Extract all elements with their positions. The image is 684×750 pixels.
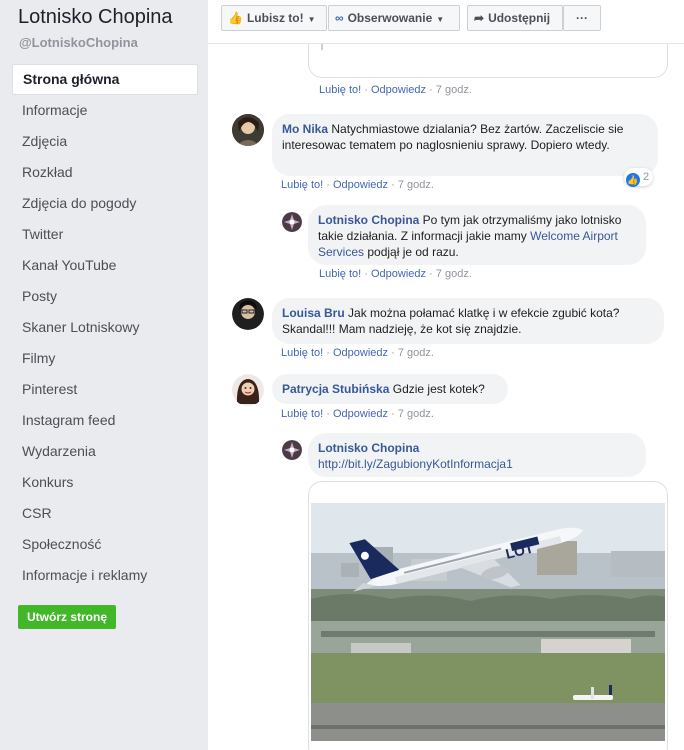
comment-text-end: podjął je od razu.	[364, 245, 459, 259]
nav-item-csr[interactable]: CSR	[12, 498, 198, 529]
reply-link[interactable]: Odpowiedz	[333, 179, 388, 191]
reaction-number: 2	[643, 171, 650, 183]
share-arrow-icon: ➦	[474, 11, 485, 25]
timestamp[interactable]: 7 godz.	[398, 408, 434, 420]
page-handle[interactable]: @LotniskoChopina	[19, 35, 138, 50]
follow-label: Obserwowanie	[347, 11, 433, 25]
like-link[interactable]: Lubię to!	[281, 408, 323, 420]
nav-item-twitter[interactable]: Twitter	[12, 219, 198, 250]
follow-button[interactable]: ∞ Obserwowanie ▼	[328, 5, 460, 31]
reply-link[interactable]: Odpowiedz	[371, 84, 426, 96]
like-page-label: Lubisz to!	[246, 11, 304, 25]
create-page-button[interactable]: Utwórz stronę	[18, 605, 117, 629]
reply-link[interactable]: Odpowiedz	[333, 408, 388, 420]
separator: ·	[323, 347, 333, 359]
thumbs-up-icon: 👍	[228, 11, 243, 25]
nav-item-videos[interactable]: Filmy	[12, 343, 198, 374]
comment-text: Gdzie jest kotek?	[392, 382, 485, 396]
like-reaction-icon: 👍	[626, 173, 640, 187]
comment-author[interactable]: Lotnisko Chopina	[318, 213, 419, 227]
like-link[interactable]: Lubię to!	[319, 268, 361, 280]
timestamp[interactable]: 7 godz.	[398, 347, 434, 359]
more-options-button[interactable]: ···	[563, 5, 601, 31]
reply-link[interactable]: Odpowiedz	[371, 268, 426, 280]
url-link[interactable]: http://bit.ly/ZagubionyKotInformacja1	[318, 456, 634, 472]
nav-item-airport-scanner[interactable]: Skaner Lotniskowy	[12, 312, 198, 343]
like-page-button[interactable]: 👍 Lubisz to! ▼	[221, 5, 327, 31]
comment-actions: Lubię to! · Odpowiedz · 7 godz.	[281, 408, 434, 420]
avatar[interactable]	[232, 298, 264, 330]
avatar[interactable]	[232, 374, 264, 406]
like-link[interactable]: Lubię to!	[319, 84, 361, 96]
comment-author[interactable]: Patrycja Stubińska	[282, 382, 389, 396]
airplane-photo[interactable]: LOT	[311, 503, 665, 741]
link-preview-card[interactable]: LOT	[308, 481, 668, 750]
like-link[interactable]: Lubię to!	[281, 179, 323, 191]
avatar[interactable]	[282, 440, 302, 460]
reply-bubble: Lotnisko Chopina Po tym jak otrzymaliśmy…	[308, 205, 646, 265]
nav-item-instagram[interactable]: Instagram feed	[12, 405, 198, 436]
reply-link[interactable]: Odpowiedz	[333, 347, 388, 359]
chevron-down-icon: ▼	[307, 15, 316, 24]
page-name[interactable]: Lotnisko Chopina	[18, 6, 173, 29]
nav-item-community[interactable]: Społeczność	[12, 529, 198, 560]
separator: ·	[388, 408, 398, 420]
nav-item-photos[interactable]: Zdjęcia	[12, 126, 198, 157]
avatar[interactable]	[232, 114, 264, 146]
separator: ·	[426, 268, 436, 280]
comment-actions: Lubię to! · Odpowiedz · 7 godz.	[319, 84, 472, 96]
separator: ·	[361, 268, 371, 280]
reply-bubble: Lotnisko Chopina http://bit.ly/Zagubiony…	[308, 433, 646, 477]
nav-item-contest[interactable]: Konkurs	[12, 467, 198, 498]
nav-item-youtube[interactable]: Kanał YouTube	[12, 250, 198, 281]
comment-bubble: Patrycja Stubińska Gdzie jest kotek?	[272, 374, 508, 404]
separator: ·	[323, 408, 333, 420]
main-content: Lubię to! · Odpowiedz · 7 godz. Mo Nika …	[208, 0, 684, 750]
timestamp[interactable]: 7 godz.	[436, 268, 472, 280]
comment-bubble: Mo Nika Natychmiastowe dzialania? Bez ża…	[272, 114, 658, 176]
share-button[interactable]: ➦ Udostępnij	[467, 5, 563, 31]
comment-actions: Lubię to! · Odpowiedz · 7 godz.	[319, 268, 472, 280]
comment-author[interactable]: Lotnisko Chopina	[318, 440, 634, 456]
separator: ·	[323, 179, 333, 191]
nav-item-schedule[interactable]: Rozkład	[12, 157, 198, 188]
timestamp[interactable]: 7 godz.	[436, 84, 472, 96]
separator: ·	[388, 179, 398, 191]
nav-item-weather-photos[interactable]: Zdjęcia do pogody	[12, 188, 198, 219]
nav-item-home[interactable]: Strona główna	[12, 64, 198, 95]
nav-item-info-ads[interactable]: Informacje i reklamy	[12, 560, 198, 591]
separator: ·	[361, 84, 371, 96]
page-action-bar: 👍 Lubisz to! ▼ ∞ Obserwowanie ▼ ➦ Udostępnij …	[208, 0, 684, 44]
separator: ·	[426, 84, 436, 96]
like-link[interactable]: Lubię to!	[281, 347, 323, 359]
comment-bubble: Louisa Bru Jak można połamać klatkę i w …	[272, 298, 664, 344]
comment-author[interactable]: Mo Nika	[282, 122, 328, 136]
nav-item-posts[interactable]: Posty	[12, 281, 198, 312]
separator: ·	[388, 347, 398, 359]
comment-text: Natychmiastowe dzialania? Bez żartów. Za…	[282, 122, 624, 152]
page-nav: Strona główna Informacje Zdjęcia Rozkład…	[12, 64, 198, 591]
share-label: Udostępnij	[488, 11, 551, 25]
comment-author[interactable]: Louisa Bru	[282, 306, 345, 320]
nav-item-pinterest[interactable]: Pinterest	[12, 374, 198, 405]
comment-actions: Lubię to! · Odpowiedz · 7 godz.	[281, 347, 434, 359]
reaction-count[interactable]: 👍 2	[624, 168, 654, 187]
timestamp[interactable]: 7 godz.	[398, 179, 434, 191]
chevron-down-icon: ▼	[436, 15, 445, 24]
comment-actions: Lubię to! · Odpowiedz · 7 godz.	[281, 179, 434, 191]
left-sidebar: Lotnisko Chopina @LotniskoChopina Strona…	[0, 0, 208, 750]
nav-item-info[interactable]: Informacje	[12, 95, 198, 126]
nav-item-events[interactable]: Wydarzenia	[12, 436, 198, 467]
rss-icon: ∞	[335, 11, 344, 25]
avatar[interactable]	[282, 212, 302, 232]
